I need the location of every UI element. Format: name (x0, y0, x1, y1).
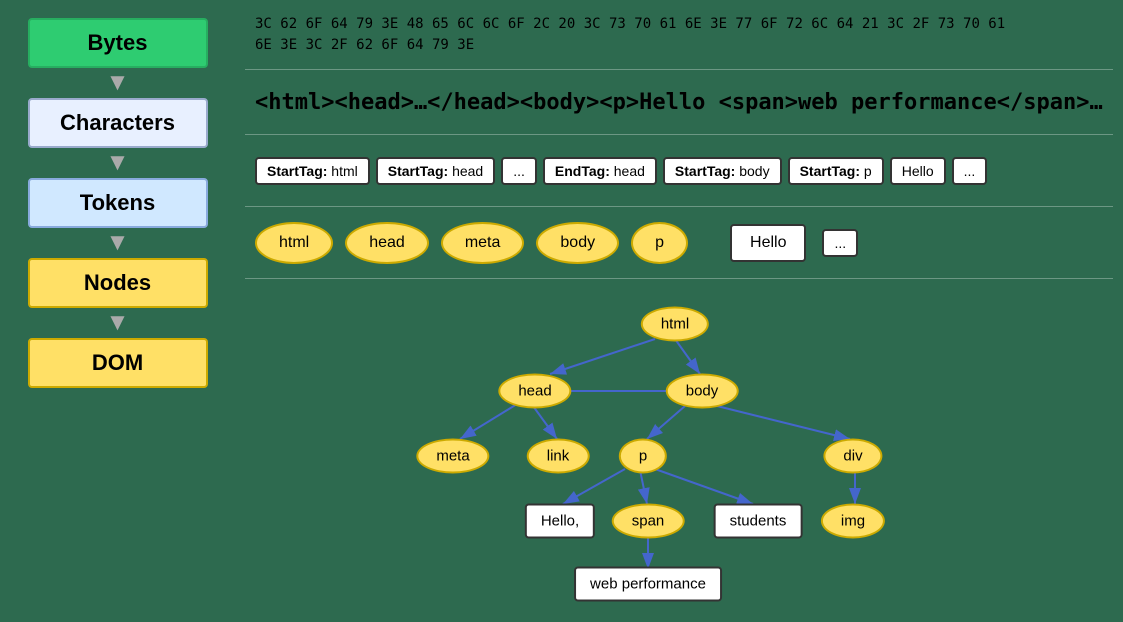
dom-node-div: div (823, 439, 882, 474)
characters-section: <html><head>…</head><body><p>Hello <span… (245, 70, 1113, 135)
dom-node-p: p (619, 439, 667, 474)
node-meta: meta (441, 222, 525, 264)
dom-node-span: span (612, 504, 685, 539)
node-body: body (536, 222, 619, 264)
nodes-row: html head meta body p Hello ... (255, 222, 858, 264)
dom-section: html head body meta link (245, 279, 1113, 622)
arrow-tokens-nodes: ▼ (103, 228, 133, 258)
token-hello: Hello (890, 157, 946, 185)
token-ellipsis2: ... (952, 157, 988, 185)
dom-node-link: link (527, 439, 590, 474)
characters-box: Characters (28, 98, 208, 148)
dom-node-hello: Hello, (525, 504, 595, 539)
dom-node-html: html (641, 307, 709, 342)
dom-node-students: students (714, 504, 803, 539)
characters-label: Characters (60, 110, 175, 135)
token-starthtml: StartTag: html (255, 157, 370, 185)
bytes-section: 3C 62 6F 64 79 3E 48 65 6C 6C 6F 2C 20 3… (245, 0, 1113, 70)
bytes-label: Bytes (88, 30, 148, 55)
dom-tree: html head body meta link (255, 284, 1103, 544)
arrow-nodes-dom: ▼ (103, 308, 133, 338)
node-ellipsis3: ... (822, 229, 858, 257)
bytes-box: Bytes (28, 18, 208, 68)
nodes-label: Nodes (84, 270, 151, 295)
token-starthead: StartTag: head (376, 157, 495, 185)
main-container: Bytes ▼ Characters ▼ Tokens ▼ Nodes ▼ DO… (0, 0, 1123, 622)
dom-node-img: img (821, 504, 885, 539)
arrow-bytes-chars: ▼ (103, 68, 133, 98)
tokens-label: Tokens (80, 190, 155, 215)
nodes-box: Nodes (28, 258, 208, 308)
tokens-box: Tokens (28, 178, 208, 228)
tokens-row: StartTag: html StartTag: head ... EndTag… (255, 157, 987, 185)
tokens-section: StartTag: html StartTag: head ... EndTag… (245, 135, 1113, 207)
dom-node-webperf: web performance (574, 567, 722, 602)
token-ellipsis1: ... (501, 157, 537, 185)
nodes-section: html head meta body p Hello ... (245, 207, 1113, 279)
dom-box: DOM (28, 338, 208, 388)
node-html: html (255, 222, 333, 264)
characters-text: <html><head>…</head><body><p>Hello <span… (255, 90, 1103, 115)
arrow-chars-tokens: ▼ (103, 148, 133, 178)
dom-label: DOM (92, 350, 143, 375)
dom-node-body: body (666, 374, 739, 409)
content-area: 3C 62 6F 64 79 3E 48 65 6C 6C 6F 2C 20 3… (235, 0, 1123, 622)
node-head: head (345, 222, 429, 264)
node-hello-text: Hello (730, 224, 806, 262)
dom-node-head: head (498, 374, 571, 409)
node-p: p (631, 222, 688, 264)
dom-node-meta: meta (416, 439, 489, 474)
token-startbody: StartTag: body (663, 157, 782, 185)
token-startp: StartTag: p (788, 157, 884, 185)
token-endhead: EndTag: head (543, 157, 657, 185)
bytes-text: 3C 62 6F 64 79 3E 48 65 6C 6C 6F 2C 20 3… (255, 14, 1005, 56)
pipeline: Bytes ▼ Characters ▼ Tokens ▼ Nodes ▼ DO… (0, 0, 235, 622)
